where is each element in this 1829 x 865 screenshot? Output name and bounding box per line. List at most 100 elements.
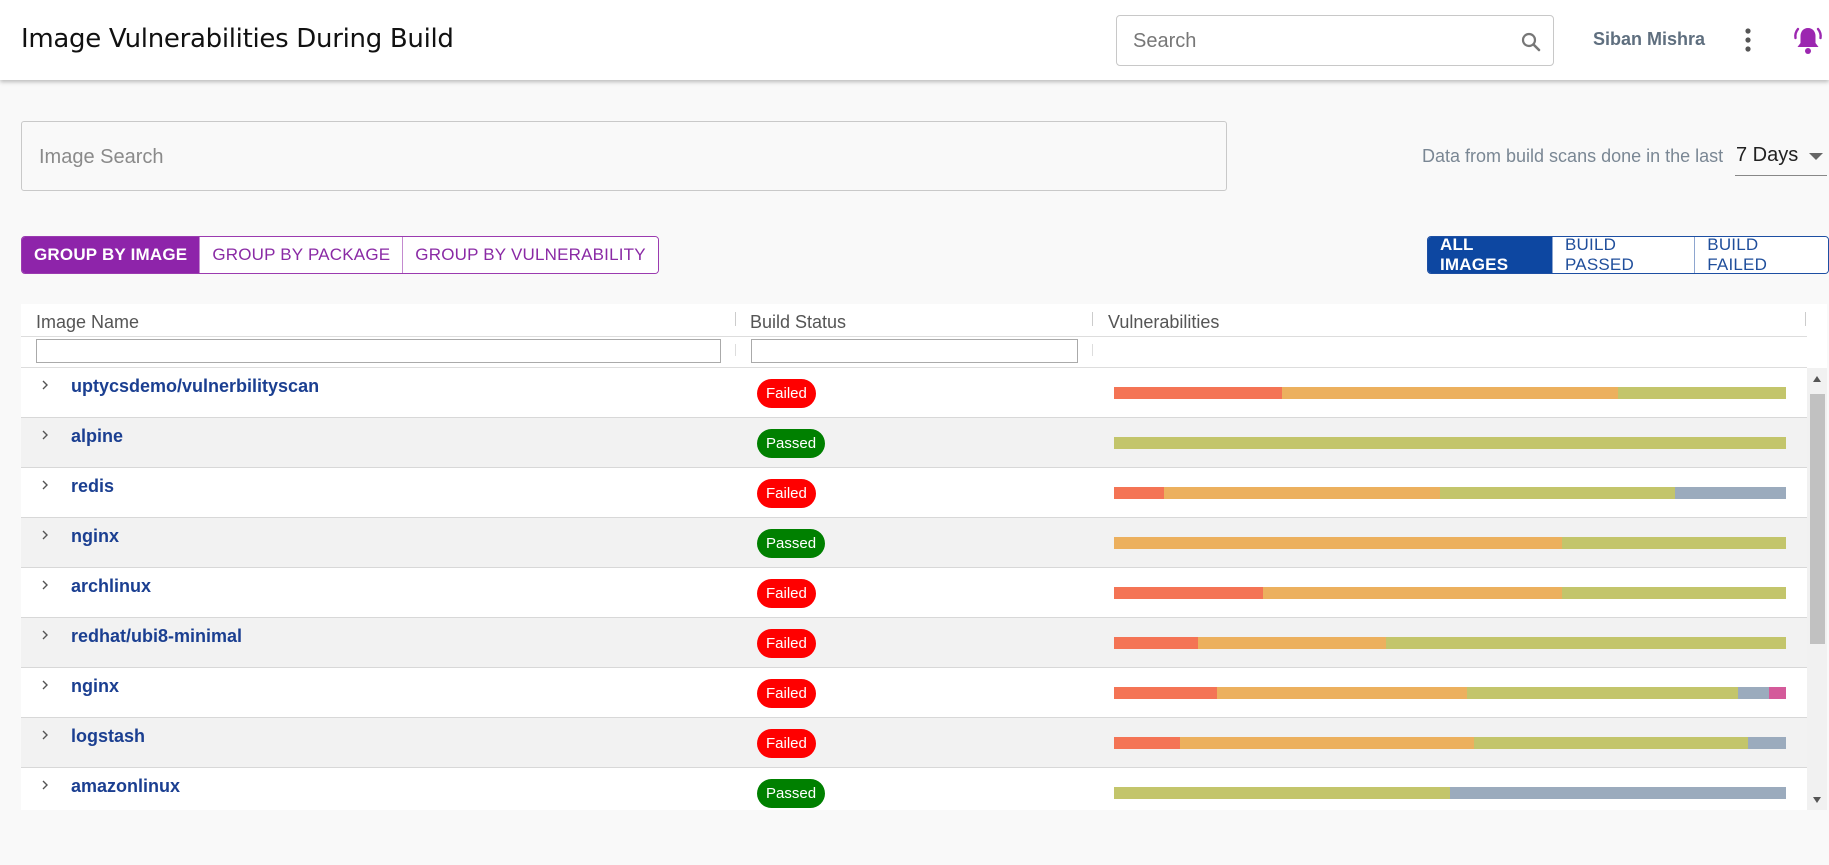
user-name[interactable]: Siban Mishra — [1593, 29, 1705, 50]
vulnerability-severity-bar[interactable] — [1114, 637, 1786, 649]
severity-segment-low[interactable] — [1450, 787, 1786, 799]
severity-segment-critical[interactable] — [1114, 637, 1198, 649]
image-name-link[interactable]: archlinux — [71, 576, 151, 597]
table-row[interactable]: nginx Passed — [21, 518, 1807, 568]
severity-segment-high[interactable] — [1179, 737, 1475, 749]
table-row[interactable]: alpine Passed — [21, 418, 1807, 468]
images-table: Image Name Build Status Vulnerabilities … — [21, 304, 1827, 810]
severity-segment-critical[interactable] — [1114, 737, 1180, 749]
expand-row-chevron-icon[interactable] — [39, 778, 51, 792]
column-header-vulnerabilities[interactable]: Vulnerabilities — [1108, 312, 1219, 333]
global-search-input[interactable] — [1133, 28, 1493, 54]
table-header: Image Name Build Status Vulnerabilities — [21, 304, 1807, 368]
build-status-badge: Failed — [757, 679, 816, 708]
build-status-badge: Failed — [757, 629, 816, 658]
image-search-input[interactable] — [39, 142, 1199, 172]
image-name-link[interactable]: alpine — [71, 426, 123, 447]
severity-segment-medium[interactable] — [1618, 387, 1786, 399]
image-name-link[interactable]: redis — [71, 476, 114, 497]
table-row[interactable]: redis Failed — [21, 468, 1807, 518]
vulnerability-severity-bar[interactable] — [1114, 487, 1786, 499]
severity-segment-high[interactable] — [1263, 587, 1563, 599]
expand-row-chevron-icon[interactable] — [39, 678, 51, 692]
severity-segment-high[interactable] — [1198, 637, 1387, 649]
expand-row-chevron-icon[interactable] — [39, 578, 51, 592]
scroll-up-arrow-icon[interactable] — [1812, 375, 1822, 383]
column-separator[interactable] — [1805, 312, 1806, 326]
severity-segment-high[interactable] — [1216, 687, 1467, 699]
vulnerability-severity-bar[interactable] — [1114, 537, 1786, 549]
column-separator[interactable] — [1092, 312, 1093, 326]
severity-segment-low[interactable] — [1737, 687, 1770, 699]
expand-row-chevron-icon[interactable] — [39, 428, 51, 442]
column-separator[interactable] — [735, 312, 736, 326]
table-row[interactable]: redhat/ubi8-minimal Failed — [21, 618, 1807, 668]
severity-segment-medium[interactable] — [1562, 537, 1786, 549]
severity-segment-medium[interactable] — [1114, 787, 1450, 799]
notification-bell-icon[interactable] — [1793, 24, 1823, 56]
all-images-button[interactable]: ALL IMAGES — [1428, 237, 1553, 273]
vulnerability-severity-bar[interactable] — [1114, 787, 1786, 799]
date-range-label: Data from build scans done in the last — [1422, 146, 1724, 166]
image-search[interactable] — [21, 121, 1227, 191]
image-name-link[interactable]: redhat/ubi8-minimal — [71, 626, 242, 647]
table-row[interactable]: amazonlinux Passed — [21, 768, 1807, 810]
severity-segment-high[interactable] — [1164, 487, 1440, 499]
table-row[interactable]: nginx Failed — [21, 668, 1807, 718]
column-header-build-status[interactable]: Build Status — [750, 312, 846, 333]
image-name-link[interactable]: nginx — [71, 526, 119, 547]
vulnerability-severity-bar[interactable] — [1114, 437, 1786, 449]
build-status-badge: Failed — [757, 579, 816, 608]
build-passed-button[interactable]: BUILD PASSED — [1552, 237, 1695, 273]
table-row[interactable]: archlinux Failed — [21, 568, 1807, 618]
search-icon[interactable] — [1519, 30, 1543, 54]
group-by-package-button[interactable]: GROUP BY PACKAGE — [199, 237, 403, 273]
severity-segment-low[interactable] — [1748, 737, 1786, 749]
image-name-link[interactable]: logstash — [71, 726, 145, 747]
group-by-image-button[interactable]: GROUP BY IMAGE — [22, 237, 200, 273]
vulnerability-severity-bar[interactable] — [1114, 687, 1786, 699]
severity-segment-medium[interactable] — [1386, 637, 1786, 649]
image-name-filter[interactable] — [36, 339, 721, 363]
expand-row-chevron-icon[interactable] — [39, 478, 51, 492]
build-filter-tabs: ALL IMAGES BUILD PASSED BUILD FAILED — [1427, 236, 1829, 274]
column-header-image-name[interactable]: Image Name — [36, 312, 139, 333]
vulnerability-severity-bar[interactable] — [1114, 737, 1786, 749]
image-name-link[interactable]: nginx — [71, 676, 119, 697]
table-row[interactable]: logstash Failed — [21, 718, 1807, 768]
build-failed-button[interactable]: BUILD FAILED — [1694, 237, 1828, 273]
build-status-filter[interactable] — [751, 339, 1078, 363]
expand-row-chevron-icon[interactable] — [39, 378, 51, 392]
build-status-badge: Passed — [757, 429, 826, 458]
severity-segment-medium[interactable] — [1562, 587, 1786, 599]
build-status-badge: Failed — [757, 379, 816, 408]
severity-segment-critical[interactable] — [1114, 587, 1264, 599]
severity-segment-medium[interactable] — [1439, 487, 1676, 499]
severity-segment-critical[interactable] — [1114, 387, 1282, 399]
more-options-icon[interactable] — [1738, 27, 1758, 53]
vulnerability-severity-bar[interactable] — [1114, 387, 1786, 399]
severity-segment-medium[interactable] — [1474, 737, 1749, 749]
severity-segment-low[interactable] — [1675, 487, 1786, 499]
severity-segment-medium[interactable] — [1114, 437, 1786, 449]
severity-segment-critical[interactable] — [1114, 687, 1217, 699]
severity-segment-high[interactable] — [1282, 387, 1618, 399]
scrollbar-thumb[interactable] — [1810, 394, 1825, 644]
expand-row-chevron-icon[interactable] — [39, 628, 51, 642]
severity-segment-other[interactable] — [1769, 687, 1786, 699]
expand-row-chevron-icon[interactable] — [39, 728, 51, 742]
expand-row-chevron-icon[interactable] — [39, 528, 51, 542]
global-search[interactable] — [1116, 15, 1554, 66]
severity-segment-critical[interactable] — [1114, 487, 1165, 499]
image-name-link[interactable]: uptycsdemo/vulnerbilityscan — [71, 376, 319, 397]
table-scrollbar[interactable] — [1807, 368, 1827, 810]
severity-segment-high[interactable] — [1114, 537, 1563, 549]
image-name-link[interactable]: amazonlinux — [71, 776, 180, 797]
severity-segment-medium[interactable] — [1466, 687, 1738, 699]
date-range-select[interactable]: 7 Days — [1735, 138, 1827, 176]
table-row[interactable]: uptycsdemo/vulnerbilityscan Failed — [21, 368, 1807, 418]
group-by-vulnerability-button[interactable]: GROUP BY VULNERABILITY — [402, 237, 658, 273]
vulnerability-severity-bar[interactable] — [1114, 587, 1786, 599]
build-status-badge: Failed — [757, 729, 816, 758]
scroll-down-arrow-icon[interactable] — [1812, 796, 1822, 804]
